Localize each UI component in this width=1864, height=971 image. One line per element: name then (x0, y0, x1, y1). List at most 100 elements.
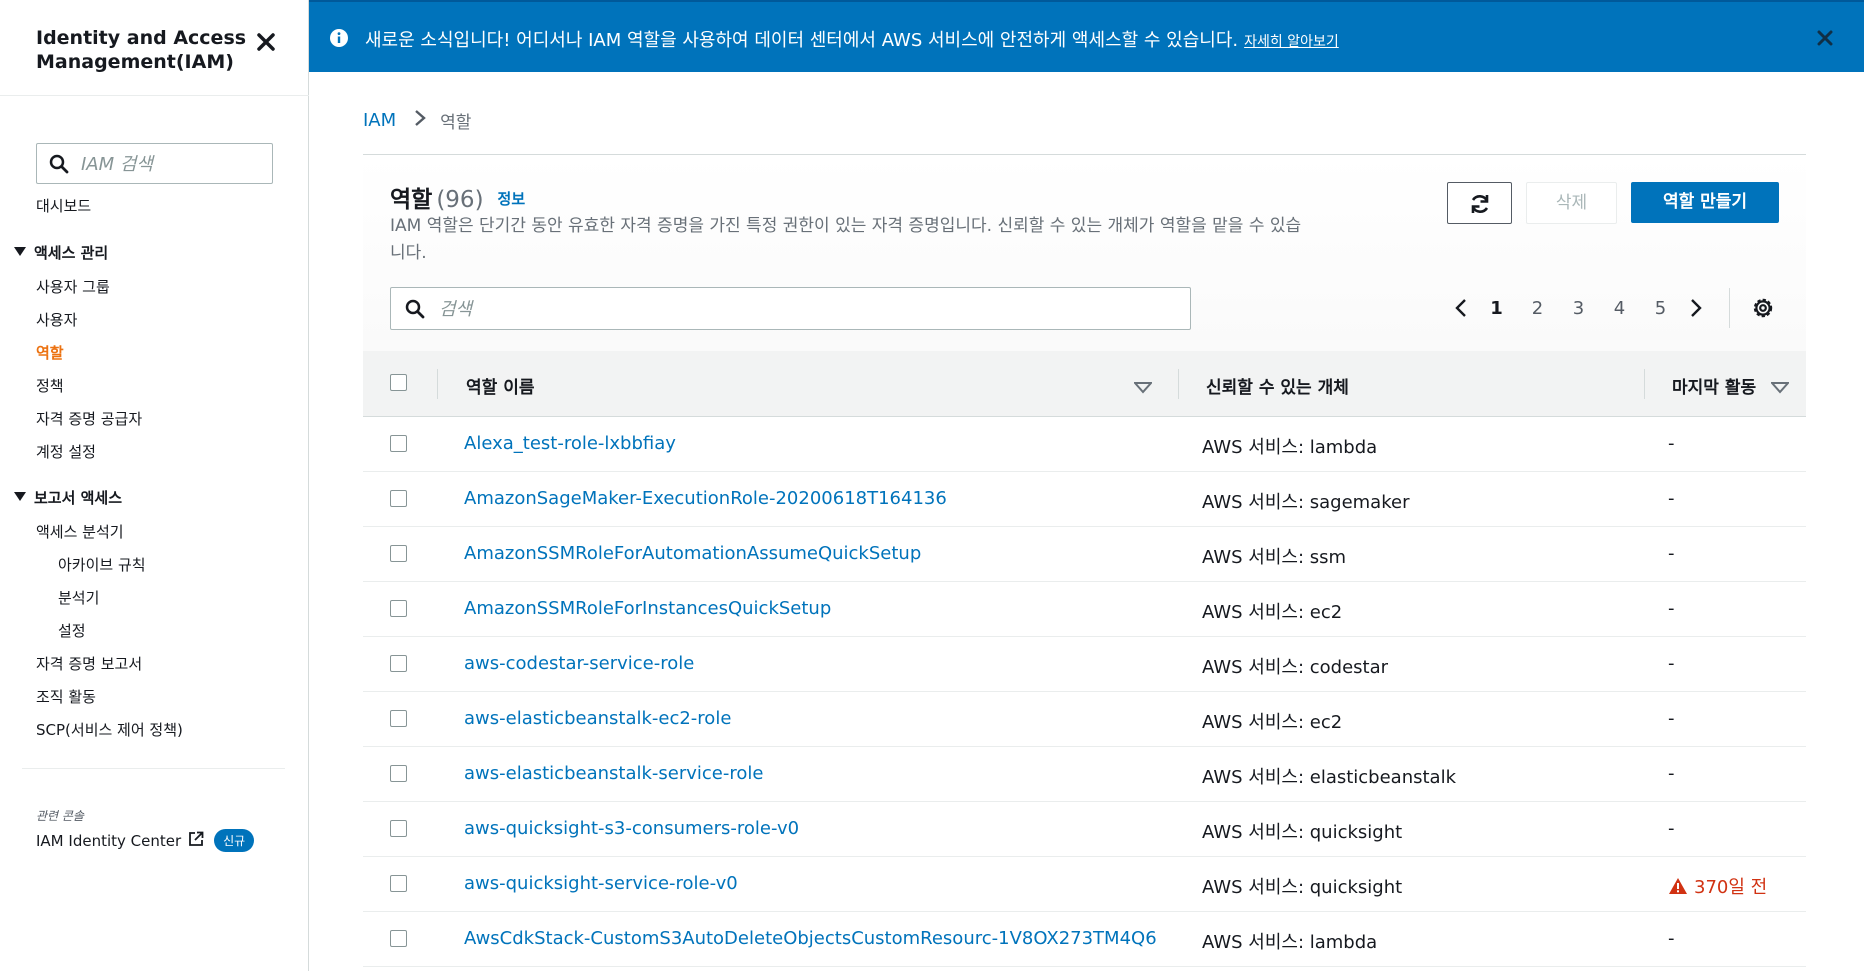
roles-search[interactable] (390, 287, 1191, 330)
sidebar-section-report[interactable]: 보고서 액세스 (14, 487, 122, 508)
table-row: AmazonSSMRoleForAutomationAssumeQuickSet… (363, 527, 1806, 582)
page-5[interactable]: 5 (1640, 298, 1681, 319)
refresh-button[interactable] (1447, 182, 1512, 224)
caret-down-icon (14, 492, 26, 501)
last-activity: 370일 전 (1694, 877, 1768, 898)
new-badge: 신규 (214, 829, 255, 852)
close-icon[interactable] (256, 32, 278, 54)
last-activity: - (1668, 433, 1675, 454)
role-name-link[interactable]: aws-codestar-service-role (464, 653, 694, 674)
sidebar-item-dashboard[interactable]: 대시보드 (36, 195, 91, 216)
page-2[interactable]: 2 (1517, 298, 1558, 319)
row-checkbox[interactable] (390, 820, 407, 837)
row-checkbox[interactable] (390, 930, 407, 947)
sidebar-item-users[interactable]: 사용자 (36, 309, 77, 330)
sidebar-item-analyzers[interactable]: 분석기 (58, 587, 99, 608)
trusted-entity: AWS 서비스: ec2 (1202, 712, 1343, 733)
sidebar-item-credential-report[interactable]: 자격 증명 보고서 (36, 653, 142, 674)
breadcrumb-iam-link[interactable]: IAM (363, 110, 396, 131)
trusted-entity: AWS 서비스: elasticbeanstalk (1202, 767, 1457, 788)
pagination: 1 2 3 4 5 (1446, 293, 1711, 323)
sidebar-item-archive-rules[interactable]: 아카이브 규칙 (58, 554, 146, 575)
row-checkbox[interactable] (390, 435, 407, 452)
warning-icon (1669, 878, 1687, 894)
role-name-link[interactable]: aws-elasticbeanstalk-ec2-role (464, 708, 731, 729)
select-all-checkbox[interactable] (390, 374, 407, 391)
related-consoles-label: 관련 콘솔 (36, 809, 84, 823)
sidebar-search-input[interactable] (81, 150, 266, 178)
table-row: aws-elasticbeanstalk-ec2-role AWS 서비스: e… (363, 692, 1806, 747)
sidebar-item-scp[interactable]: SCP(서비스 제어 정책) (36, 719, 183, 740)
role-name-link[interactable]: AmazonSageMaker-ExecutionRole-20200618T1… (464, 488, 947, 509)
last-activity: - (1668, 543, 1675, 564)
divider (0, 95, 309, 96)
table-header: 역할 이름 신뢰할 수 있는 개체 마지막 활동 (363, 351, 1806, 417)
divider (22, 768, 285, 769)
trusted-entity: AWS 서비스: ssm (1202, 547, 1347, 568)
table-row: aws-codestar-service-role AWS 서비스: codes… (363, 637, 1806, 692)
caret-down-icon (14, 247, 26, 256)
column-header-last-activity[interactable]: 마지막 활동 (1672, 373, 1756, 398)
close-icon[interactable] (1817, 30, 1833, 50)
column-divider (1644, 369, 1645, 399)
page-1[interactable]: 1 (1476, 298, 1517, 319)
page-title-label: 역할 (390, 187, 433, 213)
last-activity: - (1668, 708, 1675, 729)
sidebar-search[interactable] (36, 143, 273, 184)
row-checkbox[interactable] (390, 875, 407, 892)
search-icon (49, 154, 69, 178)
column-header-role-name[interactable]: 역할 이름 (466, 373, 534, 398)
table-row: AwsCdkStack-CustomS3AutoDeleteObjectsCus… (363, 912, 1806, 967)
role-name-link[interactable]: aws-quicksight-s3-consumers-role-v0 (464, 818, 799, 839)
last-activity: - (1668, 488, 1675, 509)
role-name-link[interactable]: AmazonSSMRoleForAutomationAssumeQuickSet… (464, 543, 921, 564)
next-page-icon[interactable] (1681, 298, 1711, 318)
page-title: 역할 (96) 정보 (390, 180, 525, 214)
sidebar-item-policies[interactable]: 정책 (36, 375, 64, 396)
page-4[interactable]: 4 (1599, 298, 1640, 319)
trusted-entity: AWS 서비스: ec2 (1202, 602, 1343, 623)
sidebar-item-roles[interactable]: 역할 (36, 342, 64, 363)
roles-search-input[interactable] (439, 295, 1179, 323)
divider (1729, 288, 1730, 328)
column-divider (437, 369, 438, 399)
row-checkbox[interactable] (390, 655, 407, 672)
identity-center-link[interactable]: IAM Identity Center 신규 (36, 829, 255, 852)
column-header-trusted-entities[interactable]: 신뢰할 수 있는 개체 (1206, 373, 1349, 398)
sidebar-section-access[interactable]: 액세스 관리 (14, 242, 108, 263)
sidebar-item-access-analyzer[interactable]: 액세스 분석기 (36, 521, 124, 542)
role-name-link[interactable]: aws-elasticbeanstalk-service-role (464, 763, 763, 784)
chevron-right-icon (414, 109, 426, 132)
trusted-entity: AWS 서비스: sagemaker (1202, 492, 1410, 513)
page-3[interactable]: 3 (1558, 298, 1599, 319)
sort-down-icon[interactable] (1132, 379, 1154, 398)
sidebar-item-organization-activity[interactable]: 조직 활동 (36, 686, 96, 707)
sidebar-item-account-settings[interactable]: 계정 설정 (36, 441, 96, 462)
sidebar-item-identity-providers[interactable]: 자격 증명 공급자 (36, 408, 142, 429)
search-icon (405, 299, 425, 323)
sidebar-item-analyzer-settings[interactable]: 설정 (58, 620, 86, 641)
role-name-link[interactable]: AwsCdkStack-CustomS3AutoDeleteObjectsCus… (464, 928, 1157, 949)
last-activity: - (1668, 928, 1675, 949)
column-divider (1178, 369, 1179, 399)
create-role-button[interactable]: 역할 만들기 (1631, 182, 1779, 223)
row-checkbox[interactable] (390, 765, 407, 782)
learn-more-link[interactable]: 자세히 알아보기 (1244, 34, 1339, 50)
sidebar-section-label: 액세스 관리 (34, 244, 109, 262)
previous-page-icon[interactable] (1446, 298, 1476, 318)
sidebar-item-user-groups[interactable]: 사용자 그룹 (36, 276, 110, 297)
role-name-link[interactable]: AmazonSSMRoleForInstancesQuickSetup (464, 598, 831, 619)
row-checkbox[interactable] (390, 490, 407, 507)
delete-button[interactable]: 삭제 (1526, 182, 1617, 224)
service-title: Identity and Access Management(IAM) (36, 27, 247, 73)
row-checkbox[interactable] (390, 600, 407, 617)
external-link-icon (188, 831, 204, 851)
gear-icon[interactable] (1751, 296, 1775, 324)
last-activity: - (1668, 653, 1675, 674)
role-name-link[interactable]: aws-quicksight-service-role-v0 (464, 873, 738, 894)
row-checkbox[interactable] (390, 545, 407, 562)
row-checkbox[interactable] (390, 710, 407, 727)
sort-down-icon[interactable] (1769, 379, 1791, 398)
role-name-link[interactable]: Alexa_test-role-lxbbfiay (464, 433, 676, 454)
info-link[interactable]: 정보 (498, 190, 526, 208)
